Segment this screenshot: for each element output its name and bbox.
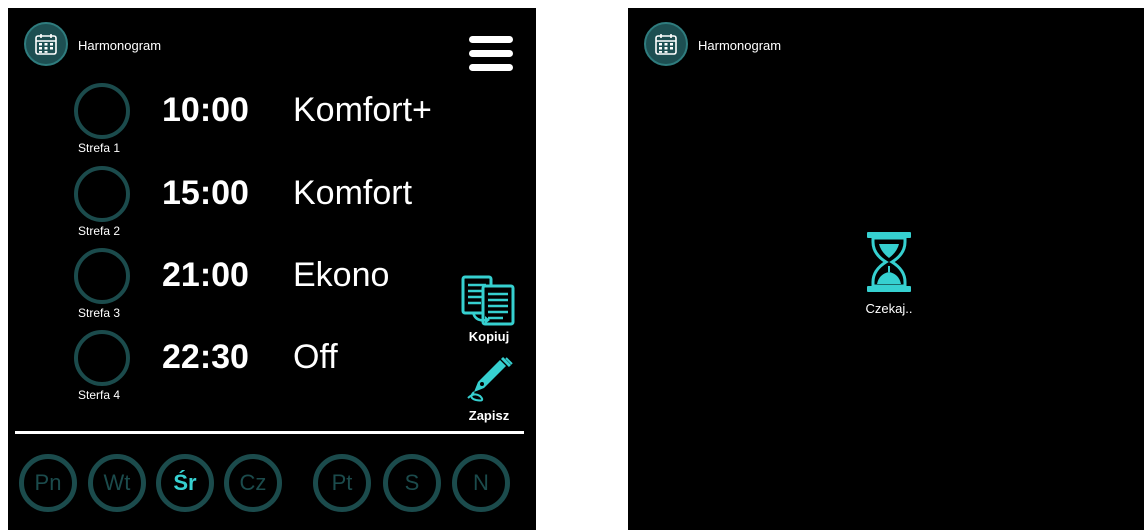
day-selector: Pn Wt Śr Cz Pt S N [8, 450, 536, 518]
calendar-icon [644, 22, 688, 66]
zone-label: Strefa 3 [78, 306, 121, 320]
loading-panel: Harmonogram Czekaj.. [628, 8, 1144, 530]
zone-label: Strefa 2 [78, 224, 121, 238]
day-button-wt[interactable]: Wt [88, 454, 146, 512]
zone-time[interactable]: 15:00 [162, 173, 249, 213]
copy-button[interactable]: Kopiuj [458, 274, 520, 348]
copy-button-label: Kopiuj [468, 329, 510, 344]
zone-mode[interactable]: Komfort+ [293, 90, 432, 130]
pen-nib-icon [467, 356, 513, 402]
page-title: Harmonogram [78, 38, 162, 53]
day-button-sr[interactable]: Śr [156, 454, 214, 512]
zone-time[interactable]: 22:30 [162, 337, 249, 377]
zone-row-1[interactable]: Strefa 1 10:00 Komfort+ [8, 82, 536, 162]
zone-progress-ring [74, 330, 130, 386]
zone-mode[interactable]: Komfort [293, 173, 412, 213]
zone-row-3[interactable]: Strefa 3 21:00 Ekono [8, 247, 536, 327]
day-button-n[interactable]: N [452, 454, 510, 512]
copy-documents-icon [461, 275, 515, 326]
hamburger-menu-icon[interactable] [469, 36, 513, 72]
day-button-s[interactable]: S [383, 454, 441, 512]
save-button-label: Zapisz [468, 408, 510, 423]
schedule-panel: Harmonogram Strefa 1 10:00 Komfort+ Stre… [8, 8, 536, 530]
loading-label: Czekaj.. [865, 301, 913, 316]
hourglass-icon [867, 232, 911, 292]
zone-label: Sterfa 4 [78, 388, 121, 402]
divider [15, 431, 524, 434]
zone-time[interactable]: 10:00 [162, 90, 249, 130]
zone-progress-ring [74, 248, 130, 304]
calendar-icon [24, 22, 68, 66]
page-title: Harmonogram [698, 38, 782, 53]
zone-progress-ring [74, 83, 130, 139]
zone-progress-ring [74, 166, 130, 222]
day-button-pt[interactable]: Pt [313, 454, 371, 512]
zone-row-2[interactable]: Strefa 2 15:00 Komfort [8, 165, 536, 245]
day-button-pn[interactable]: Pn [19, 454, 77, 512]
zone-label: Strefa 1 [78, 141, 121, 155]
zone-mode[interactable]: Ekono [293, 255, 389, 295]
day-button-cz[interactable]: Cz [224, 454, 282, 512]
loading-indicator: Czekaj.. [858, 230, 920, 316]
zone-mode[interactable]: Off [293, 337, 338, 377]
zone-row-4[interactable]: Sterfa 4 22:30 Off [8, 329, 536, 409]
zone-time[interactable]: 21:00 [162, 255, 249, 295]
save-button[interactable]: Zapisz [458, 356, 520, 430]
